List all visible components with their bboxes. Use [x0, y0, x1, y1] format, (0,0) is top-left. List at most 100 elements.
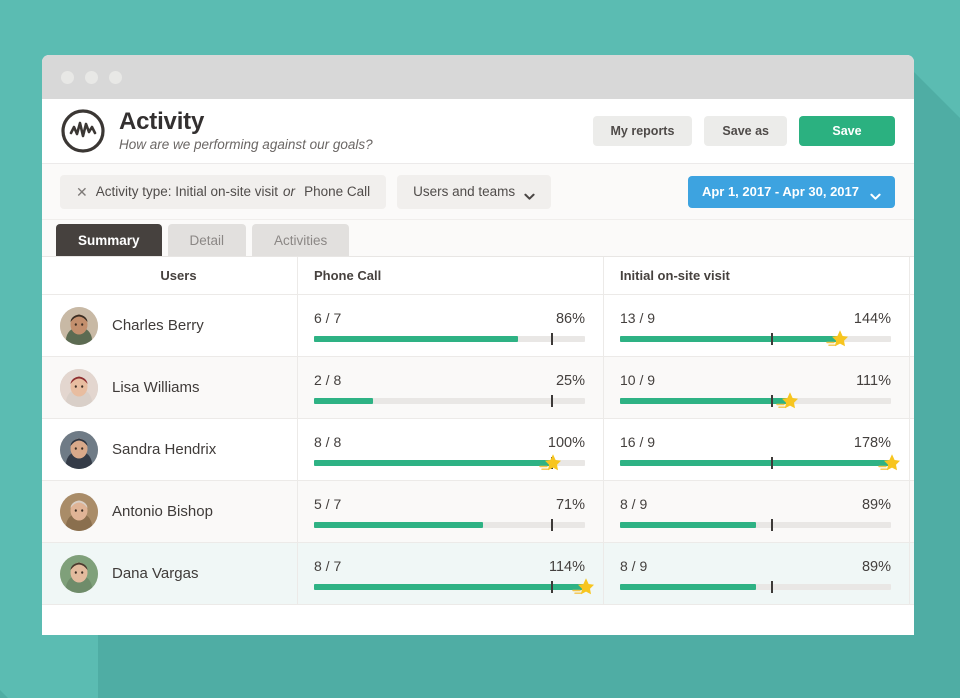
avatar-dana-vargas — [60, 555, 98, 593]
progress-fill — [620, 460, 891, 466]
filter-chip-activity-type[interactable]: ✕ Activity type: Initial on-site visit o… — [60, 175, 386, 209]
tab-activities[interactable]: Activities — [252, 224, 349, 256]
metric-percent: 114% — [549, 559, 585, 575]
goal-marker — [771, 581, 773, 593]
metric-ratio: 2 / 8 — [314, 372, 341, 388]
column-header-users: Users — [42, 257, 298, 294]
date-range-picker[interactable]: Apr 1, 2017 - Apr 30, 2017 — [688, 176, 895, 208]
metric-ratio: 16 / 9 — [620, 434, 655, 450]
progress-bar — [314, 584, 585, 590]
cell-user: Dana Vargas — [42, 543, 298, 604]
cell-initial-on-site-visit: 8 / 989% — [604, 481, 910, 542]
avatar-lisa-williams — [60, 369, 98, 407]
cell-phone-call: 6 / 786% — [298, 295, 604, 356]
metric-percent: 144% — [854, 311, 891, 327]
minimize-dot[interactable] — [85, 71, 98, 84]
activity-waveform-logo-icon — [60, 108, 106, 154]
table-row[interactable]: Charles Berry 6 / 786%13 / 9144% — [42, 295, 914, 357]
cell-user: Charles Berry — [42, 295, 298, 356]
avatar-antonio-bishop — [60, 493, 98, 531]
cell-user: Sandra Hendrix — [42, 419, 298, 480]
metric-ratio: 8 / 9 — [620, 496, 647, 512]
progress-bar — [620, 398, 891, 404]
column-header-phone-call: Phone Call — [298, 257, 604, 294]
table-row[interactable]: Dana Vargas 8 / 7 114% 8 / 989% — [42, 543, 914, 605]
goal-marker — [771, 395, 773, 407]
progress-bar — [620, 336, 891, 342]
cell-initial-on-site-visit: 16 / 9178% — [604, 419, 910, 480]
metric-percent: 71% — [556, 497, 585, 513]
save-button[interactable]: Save — [799, 116, 895, 146]
close-x-icon[interactable]: ✕ — [76, 185, 88, 199]
cell-initial-on-site-visit: 10 / 9111% — [604, 357, 910, 418]
goal-achieved-star-icon — [572, 576, 594, 598]
goal-marker — [771, 519, 773, 531]
page-title: Activity — [119, 109, 373, 135]
cell-user: Lisa Williams — [42, 357, 298, 418]
progress-fill — [620, 398, 789, 404]
summary-table: Users Phone Call Initial on-site visit C… — [42, 256, 914, 605]
user-name: Lisa Williams — [112, 379, 200, 396]
progress-bar — [620, 460, 891, 466]
brand-block: Activity How are we performing against o… — [60, 108, 373, 154]
progress-fill — [314, 584, 585, 590]
filter-chip-label: Activity type: Initial on-site visit — [96, 184, 278, 199]
tab-summary[interactable]: Summary — [56, 224, 162, 256]
progress-fill — [620, 336, 839, 342]
goal-marker — [551, 519, 553, 531]
metric-percent: 100% — [548, 435, 585, 451]
page-subtitle: How are we performing against our goals? — [119, 138, 373, 153]
progress-fill — [314, 460, 552, 466]
filter-bar: ✕ Activity type: Initial on-site visit o… — [42, 164, 914, 220]
progress-fill — [620, 584, 756, 590]
metric-percent: 89% — [862, 559, 891, 575]
progress-bar — [314, 460, 585, 466]
table-body: Charles Berry6 / 786%13 / 9144%Lisa Will… — [42, 295, 914, 605]
goal-marker — [551, 333, 553, 345]
cell-initial-on-site-visit: 8 / 989% — [604, 543, 910, 604]
goal-achieved-star-icon — [878, 452, 900, 474]
app-header: Activity How are we performing against o… — [42, 99, 914, 164]
progress-fill — [314, 522, 483, 528]
table-row[interactable]: Lisa Williams 2 / 825%10 / 9111% — [42, 357, 914, 419]
maximize-dot[interactable] — [109, 71, 122, 84]
metric-ratio: 8 / 7 — [314, 558, 341, 574]
table-header-row: Users Phone Call Initial on-site visit — [42, 257, 914, 295]
header-actions: My reports Save as Save — [593, 116, 895, 146]
goal-marker — [551, 395, 553, 407]
goal-achieved-star-icon — [776, 390, 798, 412]
user-name: Charles Berry — [112, 317, 204, 334]
avatar-sandra-hendrix — [60, 431, 98, 469]
save-as-button[interactable]: Save as — [704, 116, 787, 146]
user-name: Antonio Bishop — [112, 503, 213, 520]
user-name: Sandra Hendrix — [112, 441, 216, 458]
metric-percent: 111% — [856, 373, 891, 389]
cell-phone-call: 8 / 8100% — [298, 419, 604, 480]
table-row[interactable]: Sandra Hendrix 8 / 8100%16 / 9178% — [42, 419, 914, 481]
cell-initial-on-site-visit: 13 / 9144% — [604, 295, 910, 356]
goal-marker — [551, 581, 553, 593]
column-header-initial-on-site-visit: Initial on-site visit — [604, 257, 910, 294]
tab-bar: Summary Detail Activities — [42, 220, 914, 256]
progress-bar — [314, 522, 585, 528]
my-reports-button[interactable]: My reports — [593, 116, 693, 146]
goal-achieved-star-icon — [826, 328, 848, 350]
table-row[interactable]: Antonio Bishop 5 / 7 71% 8 / 989% — [42, 481, 914, 543]
progress-fill — [314, 336, 518, 342]
filter-chip-users-and-teams[interactable]: Users and teams — [397, 175, 551, 209]
progress-bar — [620, 522, 891, 528]
application-window: Activity How are we performing against o… — [42, 55, 914, 635]
cell-phone-call: 2 / 825% — [298, 357, 604, 418]
users-and-teams-label: Users and teams — [413, 184, 515, 199]
cell-user: Antonio Bishop — [42, 481, 298, 542]
avatar-charles-berry — [60, 307, 98, 345]
title-block: Activity How are we performing against o… — [119, 109, 373, 153]
filter-chip-conjunction: or — [283, 184, 295, 199]
cell-phone-call: 8 / 7 114% — [298, 543, 604, 604]
goal-marker — [771, 457, 773, 469]
tab-detail[interactable]: Detail — [168, 224, 247, 256]
goal-marker — [771, 333, 773, 345]
metric-ratio: 5 / 7 — [314, 496, 341, 512]
close-dot[interactable] — [61, 71, 74, 84]
date-range-label: Apr 1, 2017 - Apr 30, 2017 — [702, 184, 859, 199]
